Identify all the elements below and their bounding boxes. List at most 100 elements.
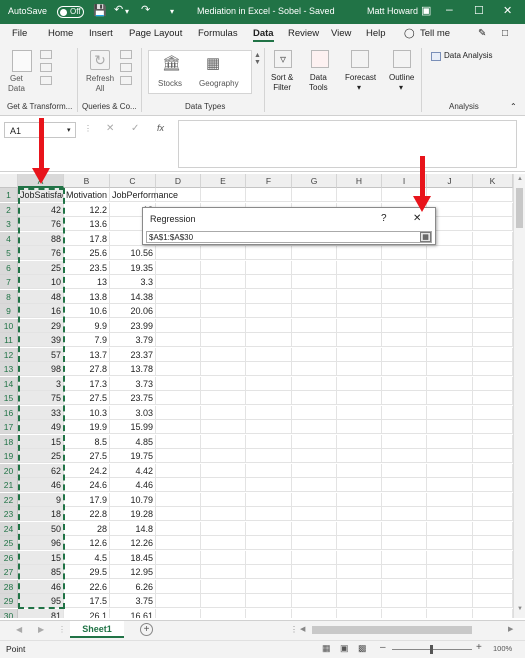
grid-cell[interactable] bbox=[201, 478, 246, 492]
grid-cell[interactable]: 24.6 bbox=[64, 478, 110, 492]
grid-cell[interactable]: 6.26 bbox=[110, 579, 156, 594]
outline-dropdown-icon[interactable]: ▾ bbox=[399, 83, 403, 93]
grid-cell[interactable] bbox=[201, 376, 246, 391]
grid-cell[interactable] bbox=[382, 362, 427, 376]
grid-cell[interactable] bbox=[292, 434, 337, 449]
grid-cell[interactable]: 16.61 bbox=[110, 608, 156, 618]
grid-cell[interactable] bbox=[201, 565, 246, 579]
redo-icon[interactable]: ↷ bbox=[141, 3, 150, 16]
grid-cell[interactable] bbox=[246, 463, 292, 478]
grid-cell[interactable] bbox=[156, 318, 201, 333]
grid-cell[interactable] bbox=[292, 391, 337, 405]
grid-cell[interactable] bbox=[156, 536, 201, 550]
grid-cell[interactable] bbox=[292, 405, 337, 420]
grid-cell[interactable]: Motivation bbox=[64, 188, 110, 202]
grid-cell[interactable] bbox=[337, 304, 382, 318]
grid-cell[interactable] bbox=[337, 463, 382, 478]
grid-cell[interactable]: 27.5 bbox=[64, 449, 110, 463]
scroll-up-icon[interactable]: ▲ bbox=[517, 176, 523, 182]
grid-cell[interactable] bbox=[337, 347, 382, 362]
grid-cell[interactable]: 3.75 bbox=[110, 594, 156, 608]
grid-cell[interactable] bbox=[246, 246, 292, 260]
customize-toolbar-icon[interactable]: ▾ bbox=[170, 7, 174, 16]
row-header[interactable]: 6 bbox=[0, 260, 18, 275]
grid-cell[interactable] bbox=[156, 521, 201, 536]
grid-cell[interactable] bbox=[473, 275, 513, 289]
grid-cell[interactable]: 13.7 bbox=[64, 347, 110, 362]
grid-cell[interactable] bbox=[156, 550, 201, 565]
normal-view-icon[interactable]: ▦ bbox=[322, 643, 331, 654]
grid-cell[interactable] bbox=[292, 579, 337, 594]
page-break-view-icon[interactable]: ▩ bbox=[358, 643, 367, 654]
grid-cell[interactable] bbox=[382, 246, 427, 260]
row-header[interactable]: 24 bbox=[0, 521, 18, 536]
row-header[interactable]: 18 bbox=[0, 434, 18, 449]
forecast-icon[interactable] bbox=[351, 50, 369, 68]
grid-cell[interactable]: 10.79 bbox=[110, 492, 156, 507]
grid-cell[interactable] bbox=[201, 362, 246, 376]
grid-cell[interactable] bbox=[337, 289, 382, 304]
grid-cell[interactable]: 19.75 bbox=[110, 449, 156, 463]
stocks-button[interactable]: Stocks bbox=[158, 79, 182, 89]
grid-cell[interactable] bbox=[427, 478, 473, 492]
expand-dialog-icon[interactable]: ▦ bbox=[420, 232, 431, 242]
zoom-level[interactable]: 100% bbox=[493, 644, 512, 653]
grid-cell[interactable] bbox=[473, 521, 513, 536]
grid-cell[interactable]: 19.35 bbox=[110, 260, 156, 275]
grid-cell[interactable] bbox=[382, 405, 427, 420]
grid-cell[interactable] bbox=[201, 521, 246, 536]
grid-cell[interactable]: 25.6 bbox=[64, 246, 110, 260]
grid-cell[interactable] bbox=[382, 507, 427, 521]
grid-cell[interactable] bbox=[337, 362, 382, 376]
grid-cell[interactable] bbox=[201, 507, 246, 521]
grid-cell[interactable] bbox=[246, 594, 292, 608]
grid-cell[interactable] bbox=[156, 391, 201, 405]
grid-cell[interactable] bbox=[156, 304, 201, 318]
minimize-icon[interactable]: – bbox=[446, 2, 453, 16]
tab-review[interactable]: Review bbox=[288, 28, 319, 39]
grid-cell[interactable]: 29 bbox=[18, 318, 64, 333]
row-header[interactable]: 7 bbox=[0, 275, 18, 289]
grid-cell[interactable] bbox=[427, 376, 473, 391]
grid-cell[interactable] bbox=[427, 188, 473, 202]
grid-cell[interactable]: 98 bbox=[18, 362, 64, 376]
filter-icon[interactable]: ▿ bbox=[274, 50, 292, 68]
row-header[interactable]: 11 bbox=[0, 333, 18, 347]
grid-cell[interactable]: 3.73 bbox=[110, 376, 156, 391]
grid-cell[interactable]: 24.2 bbox=[64, 463, 110, 478]
maximize-icon[interactable]: ☐ bbox=[474, 4, 484, 17]
grid-cell[interactable] bbox=[337, 594, 382, 608]
row-header[interactable]: 14 bbox=[0, 376, 18, 391]
grid-cell[interactable]: 57 bbox=[18, 347, 64, 362]
row-header[interactable]: 5 bbox=[0, 246, 18, 260]
grid-cell[interactable]: 10.6 bbox=[64, 304, 110, 318]
grid-cell[interactable] bbox=[473, 304, 513, 318]
row-header[interactable]: 4 bbox=[0, 231, 18, 246]
grid-cell[interactable] bbox=[156, 246, 201, 260]
grid-cell[interactable] bbox=[201, 550, 246, 565]
grid-cell[interactable] bbox=[382, 594, 427, 608]
grid-cell[interactable] bbox=[427, 333, 473, 347]
grid-cell[interactable] bbox=[473, 362, 513, 376]
grid-cell[interactable]: 96 bbox=[18, 536, 64, 550]
collapse-ribbon-icon[interactable]: ⌃ bbox=[510, 102, 517, 111]
grid-cell[interactable]: 46 bbox=[18, 579, 64, 594]
grid-cell[interactable]: 22.6 bbox=[64, 579, 110, 594]
grid-cell[interactable] bbox=[156, 463, 201, 478]
ribbon-display-icon[interactable]: ▣ bbox=[421, 4, 431, 17]
tab-formulas[interactable]: Formulas bbox=[198, 28, 238, 39]
grid-cell[interactable] bbox=[292, 318, 337, 333]
name-box-dropdown-icon[interactable]: ▾ bbox=[67, 126, 71, 134]
column-header-b[interactable]: B bbox=[64, 174, 110, 188]
grid-cell[interactable]: 13.78 bbox=[110, 362, 156, 376]
column-header-c[interactable]: C bbox=[110, 174, 156, 188]
grid-cell[interactable] bbox=[292, 304, 337, 318]
grid-cell[interactable]: 13.6 bbox=[64, 217, 110, 231]
grid-cell[interactable]: 14.38 bbox=[110, 289, 156, 304]
grid-cell[interactable]: 8.5 bbox=[64, 434, 110, 449]
grid-cell[interactable] bbox=[427, 550, 473, 565]
grid-cell[interactable] bbox=[427, 289, 473, 304]
grid-cell[interactable] bbox=[292, 521, 337, 536]
grid-cell[interactable] bbox=[473, 347, 513, 362]
horizontal-scroll-thumb[interactable] bbox=[312, 626, 472, 634]
